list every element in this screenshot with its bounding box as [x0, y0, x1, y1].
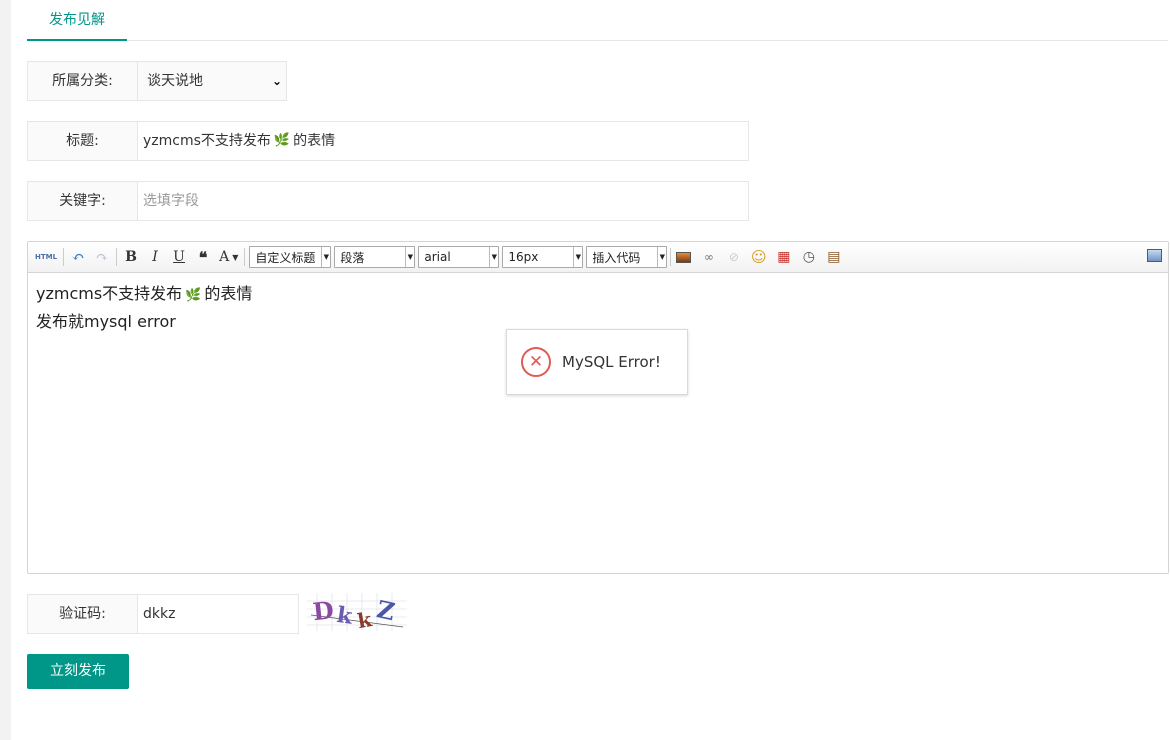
category-select[interactable]: 谈天说地 ⌄: [138, 62, 286, 100]
title-row: 标题: yzmcms不支持发布 🌿 的表情: [27, 121, 749, 161]
svg-text:D: D: [311, 595, 335, 626]
caret-down-icon: ▼: [232, 252, 239, 262]
title-label: 标题:: [28, 122, 138, 160]
content-line-1-before: yzmcms不支持发布: [36, 284, 183, 303]
keywords-input[interactable]: 选填字段: [138, 182, 748, 220]
title-text-after: 的表情: [293, 133, 336, 149]
underline-button[interactable]: U: [169, 247, 189, 267]
title-text-before: yzmcms不支持发布: [143, 133, 271, 149]
fullscreen-icon[interactable]: [1147, 249, 1162, 262]
tab-bar: 发布见解: [27, 0, 1168, 41]
dropdown-arrow-icon: ▼: [321, 247, 330, 267]
sprout-emoji-icon: 🌿: [185, 288, 202, 303]
error-close-icon: ✕: [521, 347, 551, 377]
font-color-button[interactable]: A ▼: [217, 247, 240, 267]
captcha-image[interactable]: D k k Z: [307, 593, 407, 631]
content-line-1: yzmcms不支持发布 🌿 的表情: [36, 281, 1160, 309]
paragraph-label: 段落: [340, 250, 365, 265]
category-row: 所属分类: 谈天说地 ⌄: [27, 61, 287, 101]
captcha-label: 验证码:: [28, 595, 138, 633]
toolbar-separator: [670, 248, 672, 266]
submit-button[interactable]: 立刻发布: [27, 654, 129, 689]
dropdown-arrow-icon: ▼: [405, 247, 414, 267]
chevron-down-icon: ⌄: [271, 74, 282, 88]
title-input[interactable]: yzmcms不支持发布 🌿 的表情: [138, 122, 748, 160]
insert-code-dropdown[interactable]: 插入代码 ▼: [586, 246, 668, 268]
captcha-input[interactable]: dkkz: [138, 595, 298, 633]
html-source-button[interactable]: HTML: [33, 247, 59, 267]
paste-icon[interactable]: ▤: [825, 249, 842, 266]
italic-button[interactable]: I: [145, 247, 165, 267]
sprout-emoji-icon: 🌿: [273, 133, 291, 148]
content-line-1-after: 的表情: [204, 284, 253, 303]
clock-icon[interactable]: ◷: [800, 249, 817, 266]
blockquote-icon[interactable]: ❝: [193, 247, 213, 267]
toolbar-separator: [63, 248, 65, 266]
emoji-icon[interactable]: ☺: [750, 248, 767, 266]
rich-text-editor: HTML ↶ ↷ B I U ❝ A ▼ 自定义标题 ▼ 段落 ▼ arial ▼ 16…: [27, 241, 1169, 574]
font-family-dropdown[interactable]: arial ▼: [418, 246, 500, 268]
paragraph-dropdown[interactable]: 段落 ▼: [334, 246, 416, 268]
custom-heading-dropdown[interactable]: 自定义标题 ▼: [249, 246, 332, 268]
error-toast: ✕ MySQL Error!: [506, 329, 688, 395]
dropdown-arrow-icon: ▼: [657, 247, 666, 267]
bold-button[interactable]: B: [121, 247, 141, 267]
undo-icon[interactable]: ↶: [68, 247, 88, 267]
toolbar-separator: [244, 248, 246, 266]
custom-heading-label: 自定义标题: [255, 250, 316, 265]
keywords-label: 关键字:: [28, 182, 138, 220]
calendar-icon[interactable]: ▦: [775, 249, 792, 266]
dropdown-arrow-icon: ▼: [573, 247, 582, 267]
image-icon[interactable]: [675, 249, 692, 266]
redo-icon[interactable]: ↷: [92, 247, 112, 267]
error-message: MySQL Error!: [562, 353, 661, 371]
font-size-dropdown[interactable]: 16px ▼: [502, 246, 584, 268]
main-panel: 发布见解 所属分类: 谈天说地 ⌄ 标题: yzmcms不支持发布 🌿 的表情 …: [11, 0, 1170, 740]
dropdown-arrow-icon: ▼: [489, 247, 498, 267]
insert-code-label: 插入代码: [592, 250, 641, 265]
category-value: 谈天说地: [147, 73, 203, 89]
keywords-row: 关键字: 选填字段: [27, 181, 749, 221]
editor-toolbar: HTML ↶ ↷ B I U ❝ A ▼ 自定义标题 ▼ 段落 ▼ arial ▼ 16…: [28, 242, 1168, 273]
captcha-row: 验证码: dkkz: [27, 594, 299, 634]
link-icon[interactable]: ∞: [700, 249, 717, 266]
font-color-label: A: [219, 249, 230, 265]
toolbar-separator: [116, 248, 118, 266]
category-label: 所属分类:: [28, 62, 138, 100]
font-family-label: arial: [424, 250, 451, 264]
font-size-label: 16px: [508, 250, 539, 264]
tab-publish-insight[interactable]: 发布见解: [27, 0, 127, 41]
unlink-icon[interactable]: ⊘: [725, 249, 742, 266]
